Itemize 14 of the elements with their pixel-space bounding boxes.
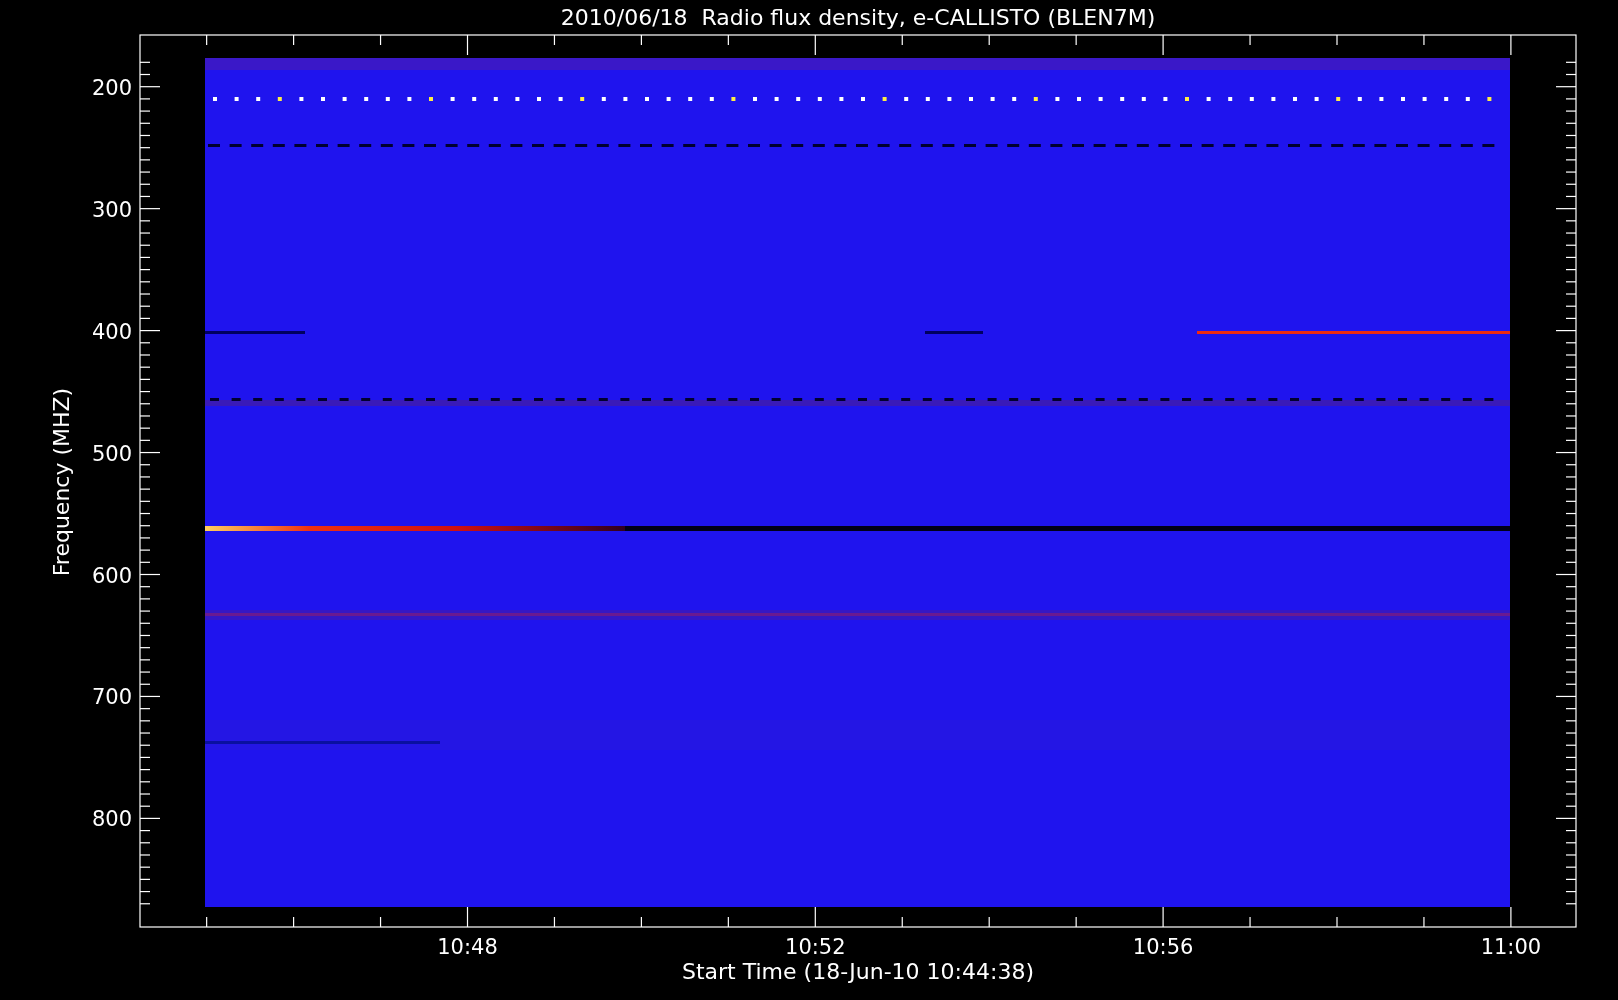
axis-label: Start Time (18-Jun-10 10:44:38): [682, 959, 1034, 984]
axis-tick-label: 10:52: [785, 935, 846, 959]
axis-tick-label: 10:48: [437, 935, 498, 959]
axis-tick-label: 300: [91, 197, 132, 222]
axis-tick-label: 200: [91, 75, 132, 100]
axis-tick-label: 11:00: [1480, 935, 1542, 959]
axis-label: Frequency (MHZ): [49, 387, 74, 577]
axis-tick-label: 600: [91, 563, 132, 588]
axis-tick-label: 500: [91, 441, 132, 466]
axis-tick-label: 700: [91, 685, 132, 710]
axis-tick-label: 10:56: [1132, 935, 1194, 959]
axis-tick-label: 800: [91, 807, 132, 832]
plot-title: 2010/06/18 Radio flux density, e-CALLISTO (BLEN7M): [560, 5, 1156, 30]
axis-tick-label: 400: [91, 319, 132, 344]
